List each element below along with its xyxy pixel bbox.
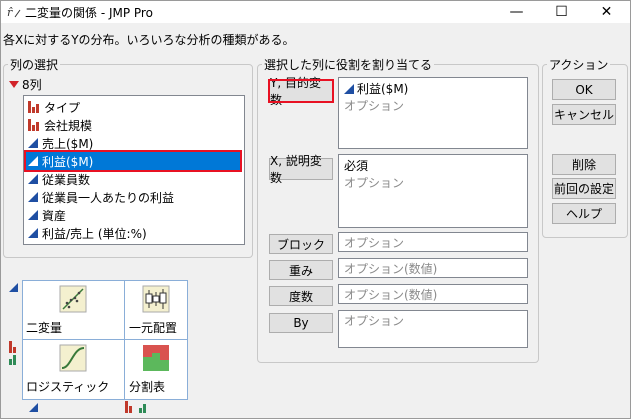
platform-label: 一元配置 bbox=[129, 321, 178, 335]
column-item-sales[interactable]: 売上($M) bbox=[28, 134, 93, 152]
by-button[interactable]: By bbox=[269, 313, 333, 333]
x-role-required: 必須 bbox=[344, 159, 369, 173]
column-item-profit-per-employee[interactable]: 従業員一人あたりの利益 bbox=[28, 188, 174, 206]
ordinal-bar-icon bbox=[9, 353, 21, 365]
maximize-button[interactable]: ☐ bbox=[539, 1, 584, 23]
continuous-triangle-icon bbox=[28, 228, 38, 238]
platform-bivariate[interactable]: 二変量 bbox=[23, 281, 124, 339]
minimize-button[interactable]: — bbox=[494, 1, 539, 23]
weight-button[interactable]: 重み bbox=[269, 260, 333, 280]
freq-role-box[interactable]: オプション(数値) bbox=[338, 284, 528, 304]
nominal-bar-icon bbox=[28, 119, 40, 131]
platform-logistic[interactable]: ロジスティック bbox=[23, 340, 124, 399]
recall-button[interactable]: 前回の設定 bbox=[552, 178, 616, 199]
column-item-profit[interactable]: 利益($M) bbox=[24, 150, 242, 172]
disclosure-triangle-icon bbox=[9, 80, 19, 88]
roles-legend: 選択した列に役割を割り当てる bbox=[264, 58, 433, 72]
actions-legend: アクション bbox=[549, 58, 609, 72]
logistic-curve-icon bbox=[59, 344, 87, 372]
platform-contingency[interactable]: 分割表 bbox=[125, 340, 187, 399]
app-icon: r̂ bbox=[7, 6, 21, 19]
column-item-label: 従業員数 bbox=[42, 172, 91, 187]
continuous-triangle-icon bbox=[344, 83, 354, 94]
column-item-label: タイプ bbox=[44, 100, 81, 115]
minimize-icon: — bbox=[509, 4, 524, 20]
continuous-triangle-icon bbox=[28, 210, 38, 220]
column-count-label: 8列 bbox=[22, 78, 42, 92]
x-role-optional: オプション bbox=[344, 176, 405, 190]
column-item-label: 会社規模 bbox=[44, 118, 93, 133]
column-item-label: 従業員一人あたりの利益 bbox=[42, 190, 175, 205]
freq-button[interactable]: 度数 bbox=[269, 286, 333, 306]
y-role-optional: オプション bbox=[344, 99, 405, 113]
y-response-button[interactable]: Y, 目的変数 bbox=[268, 76, 334, 107]
scatterplot-icon bbox=[59, 285, 87, 313]
platform-label: ロジスティック bbox=[26, 380, 110, 394]
continuous-triangle-icon bbox=[28, 174, 38, 184]
column-item-label: 資産 bbox=[42, 208, 67, 223]
block-button[interactable]: ブロック bbox=[269, 234, 333, 254]
x-factor-button[interactable]: X, 説明変数 bbox=[269, 154, 333, 185]
y-role-item[interactable]: 利益($M) bbox=[344, 80, 522, 97]
platform-grid: 二変量 一元配置 ロジスティック 分割表 bbox=[22, 280, 188, 400]
help-button[interactable]: ヘルプ bbox=[552, 203, 616, 224]
column-select-legend: 列の選択 bbox=[10, 58, 59, 72]
cancel-button[interactable]: キャンセル bbox=[552, 104, 616, 125]
block-role-box[interactable]: オプション bbox=[338, 232, 528, 252]
continuous-triangle-icon bbox=[9, 283, 18, 292]
maximize-icon: ☐ bbox=[555, 4, 568, 20]
nominal-bar-icon bbox=[28, 101, 40, 113]
continuous-triangle-icon bbox=[28, 156, 38, 166]
column-item-label: 利益/売上 (単位:%) bbox=[42, 226, 147, 241]
continuous-triangle-icon bbox=[29, 403, 38, 412]
column-item-company-size[interactable]: 会社規模 bbox=[28, 116, 92, 134]
platform-label: 二変量 bbox=[26, 321, 63, 335]
svg-text:r̂: r̂ bbox=[7, 6, 13, 19]
column-item-assets[interactable]: 資産 bbox=[28, 206, 66, 224]
platform-oneway[interactable]: 一元配置 bbox=[125, 281, 187, 339]
column-item-profit-ratio[interactable]: 利益/売上 (単位:%) bbox=[28, 224, 147, 242]
remove-button[interactable]: 削除 bbox=[552, 154, 616, 175]
continuous-triangle-icon bbox=[28, 192, 38, 202]
platform-label: 分割表 bbox=[129, 380, 166, 394]
y-role-box[interactable]: 利益($M) オプション bbox=[338, 77, 528, 149]
column-count[interactable]: 8列 bbox=[9, 76, 42, 93]
y-role-value: 利益($M) bbox=[357, 82, 409, 96]
nominal-ordinal-icon bbox=[125, 401, 151, 413]
window-title: 二変量の関係 - JMP Pro bbox=[25, 6, 153, 20]
x-role-box[interactable]: 必須 オプション bbox=[338, 154, 528, 228]
oneway-icon bbox=[142, 285, 170, 313]
weight-role-box[interactable]: オプション(数値) bbox=[338, 258, 528, 278]
description-text: 各Xに対するYの分布。いろいろな分析の種類がある。 bbox=[3, 33, 295, 47]
title-bar: r̂ 二変量の関係 - JMP Pro — ☐ ✕ bbox=[1, 1, 630, 23]
column-list[interactable]: タイプ 会社規模 売上($M) 利益($M) 従業員数 従業員一人あたりの利益 … bbox=[23, 95, 245, 245]
close-button[interactable]: ✕ bbox=[584, 1, 629, 23]
column-item-employees[interactable]: 従業員数 bbox=[28, 170, 90, 188]
continuous-triangle-icon bbox=[28, 138, 38, 148]
by-role-box[interactable]: オプション bbox=[338, 310, 528, 348]
column-item-label: 売上($M) bbox=[42, 136, 94, 151]
column-item-type[interactable]: タイプ bbox=[28, 98, 80, 116]
mosaic-icon bbox=[143, 345, 169, 371]
nominal-bar-icon bbox=[9, 341, 21, 353]
close-icon: ✕ bbox=[600, 4, 613, 20]
ok-button[interactable]: OK bbox=[552, 79, 616, 100]
dialog-window: r̂ 二変量の関係 - JMP Pro — ☐ ✕ 各Xに対するYの分布。いろい… bbox=[0, 0, 631, 419]
column-item-label: 利益($M) bbox=[42, 154, 94, 169]
